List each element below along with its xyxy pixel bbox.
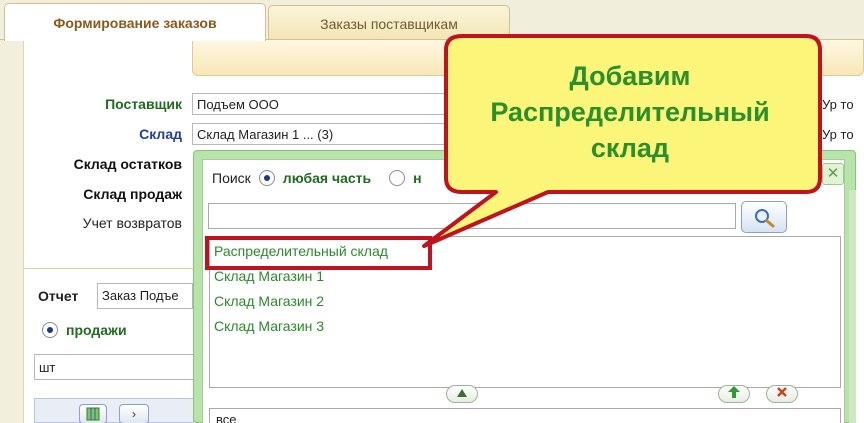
next-button[interactable]: › xyxy=(119,404,149,423)
report-label: Отчет xyxy=(38,288,79,304)
supplier-right-text: Ур то xyxy=(822,97,854,112)
section-divider xyxy=(24,268,194,269)
up-arrow-icon xyxy=(728,386,740,398)
tab-order-formation[interactable]: Формирование заказов xyxy=(4,3,266,41)
warehouse-field[interactable]: Склад Магазин 1 ... (3) xyxy=(192,123,482,145)
callout-line-2: Распределительный xyxy=(490,97,770,127)
supplier-field[interactable]: Подъем ООО xyxy=(192,93,482,115)
search-button[interactable] xyxy=(741,201,787,233)
list-item[interactable]: Склад Магазин 1 xyxy=(214,268,324,284)
delete-icon xyxy=(777,387,787,397)
move-up-button[interactable] xyxy=(718,385,750,403)
report-field[interactable]: Заказ Подъе xyxy=(97,283,193,309)
callout-line-3: склад xyxy=(590,133,670,163)
close-icon[interactable]: ✕ xyxy=(822,163,844,185)
supplier-label: Поставщик xyxy=(105,96,182,112)
search-input[interactable] xyxy=(208,203,736,229)
any-part-label: любая часть xyxy=(282,170,372,186)
bottom-toolbar: › xyxy=(34,398,194,423)
callout-line-1: Добавим xyxy=(569,61,691,91)
popup-edge xyxy=(849,190,856,423)
grid-icon xyxy=(86,407,100,421)
tab-bar: Формирование заказов Заказы поставщикам xyxy=(0,0,864,41)
second-option-label: н xyxy=(413,170,422,186)
sales-option[interactable]: продажи xyxy=(42,322,127,338)
grid-button[interactable] xyxy=(79,404,107,423)
search-options: Поиск любая часть н xyxy=(212,170,422,186)
left-strip xyxy=(0,40,24,423)
magnifier-icon xyxy=(755,209,775,228)
returns-label: Учет возвратов xyxy=(82,215,182,231)
tab-supplier-orders[interactable]: Заказы поставщикам xyxy=(268,5,510,41)
warehouse-label: Склад xyxy=(139,126,182,142)
list-item[interactable]: Склад Магазин 2 xyxy=(214,293,324,309)
stock-warehouse-label: Склад остатков xyxy=(73,156,182,172)
callout-text: Добавим Распределительный склад xyxy=(455,58,805,166)
sales-radio[interactable] xyxy=(42,322,58,338)
delete-button[interactable] xyxy=(766,385,798,403)
triangle-up-icon xyxy=(457,389,467,397)
sales-warehouse-label: Склад продаж xyxy=(83,186,182,202)
sales-option-label: продажи xyxy=(66,322,127,338)
unit-field[interactable]: шт xyxy=(34,354,194,380)
warehouse-right-text: Ур то xyxy=(822,127,854,142)
collapse-button[interactable] xyxy=(446,385,478,403)
all-field[interactable]: все xyxy=(209,408,841,423)
any-part-radio[interactable] xyxy=(258,170,275,186)
list-item[interactable]: Склад Магазин 3 xyxy=(214,318,324,334)
second-option-radio[interactable] xyxy=(389,170,406,186)
highlight-box xyxy=(205,236,432,270)
search-label: Поиск xyxy=(212,170,251,186)
